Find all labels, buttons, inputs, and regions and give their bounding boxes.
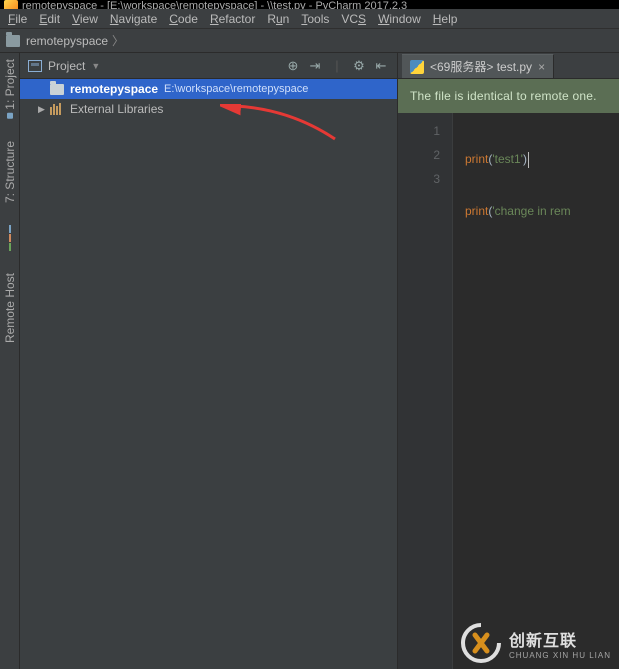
- tool-project-stub[interactable]: 1: Project: [3, 59, 17, 119]
- menu-window[interactable]: Window: [372, 12, 427, 26]
- menu-code[interactable]: Code: [163, 12, 204, 26]
- locate-icon[interactable]: ⊕: [285, 58, 301, 74]
- sync-status-banner: The file is identical to remote one.: [398, 79, 619, 113]
- breadcrumb: remotepyspace 〉: [0, 29, 619, 53]
- caret: [528, 152, 529, 168]
- app-icon: [4, 0, 18, 9]
- menu-help[interactable]: Help: [427, 12, 464, 26]
- gear-icon[interactable]: ⚙: [351, 58, 367, 74]
- tool-palette-icon[interactable]: [9, 225, 11, 251]
- project-panel: Project ▼ ⊕ ⇥ | ⚙ ⇤ remotepyspace E:\wor…: [20, 53, 398, 669]
- tree-external-libs[interactable]: ▶ External Libraries: [20, 99, 397, 119]
- menu-edit[interactable]: Edit: [33, 12, 66, 26]
- project-panel-title[interactable]: Project: [48, 59, 85, 73]
- window-title: remotepyspace - [E:\workspace\remotepysp…: [22, 0, 407, 9]
- left-tool-gutter: 1: Project 7: Structure Remote Host: [0, 53, 20, 669]
- window-titlebar: remotepyspace - [E:\workspace\remotepysp…: [0, 0, 619, 9]
- menu-navigate[interactable]: Navigate: [104, 12, 163, 26]
- close-icon[interactable]: ×: [538, 60, 545, 74]
- expand-icon[interactable]: ▶: [38, 104, 48, 115]
- menu-tools[interactable]: Tools: [295, 12, 335, 26]
- menu-vcs[interactable]: VCS: [335, 12, 372, 26]
- breadcrumb-root[interactable]: remotepyspace: [26, 34, 108, 48]
- project-tree: remotepyspace E:\workspace\remotepyspace…: [20, 79, 397, 669]
- project-view-icon: [28, 60, 42, 72]
- tree-node-name: remotepyspace: [70, 82, 158, 96]
- tree-node-name: External Libraries: [70, 102, 163, 116]
- tool-structure-stub[interactable]: 7: Structure: [3, 141, 17, 203]
- hide-icon[interactable]: ⇤: [373, 58, 389, 74]
- menu-view[interactable]: View: [66, 12, 104, 26]
- tree-node-path: E:\workspace\remotepyspace: [164, 83, 308, 95]
- editor-tab-bar: <69服务器> test.py ×: [398, 53, 619, 79]
- menu-run[interactable]: Run: [261, 12, 295, 26]
- editor-tab[interactable]: <69服务器> test.py ×: [402, 54, 554, 78]
- library-icon: [50, 103, 64, 115]
- code-area[interactable]: 1 2 3 print('test1') print('change in re…: [398, 113, 619, 669]
- tab-label: <69服务器> test.py: [430, 58, 532, 75]
- project-panel-header: Project ▼ ⊕ ⇥ | ⚙ ⇤: [20, 53, 397, 79]
- menu-refactor[interactable]: Refactor: [204, 12, 261, 26]
- collapse-all-icon[interactable]: ⇥: [307, 58, 323, 74]
- folder-icon: [6, 35, 20, 47]
- editor-area: <69服务器> test.py × The file is identical …: [398, 53, 619, 669]
- tree-root-node[interactable]: remotepyspace E:\workspace\remotepyspace: [20, 79, 397, 99]
- line-gutter: 1 2 3: [398, 113, 453, 669]
- chevron-down-icon[interactable]: ▼: [91, 61, 100, 71]
- folder-icon: [50, 84, 64, 95]
- menu-file[interactable]: File: [2, 12, 33, 26]
- python-file-icon: [410, 60, 424, 74]
- code-text[interactable]: print('test1') print('change in rem: [453, 113, 571, 669]
- menu-bar: File Edit View Navigate Code Refactor Ru…: [0, 9, 619, 29]
- tool-remotehost-stub[interactable]: Remote Host: [3, 273, 17, 343]
- chevron-right-icon: 〉: [112, 32, 124, 49]
- divider: |: [329, 58, 345, 74]
